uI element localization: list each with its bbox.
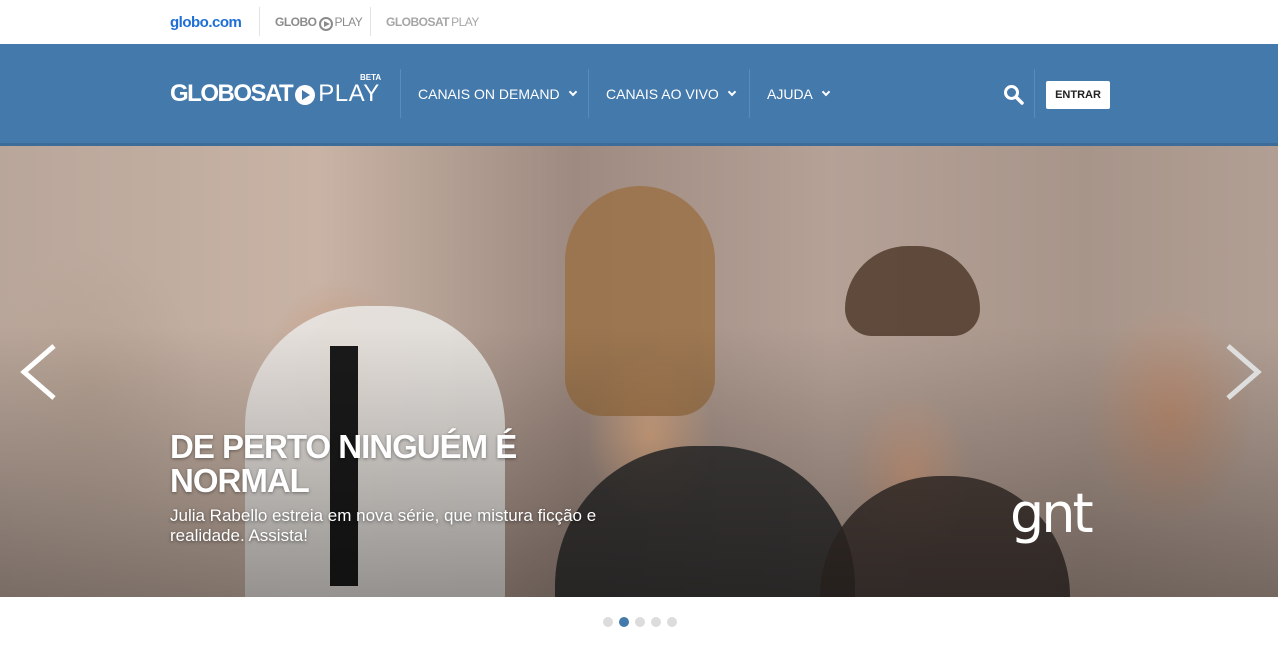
hero-carousel[interactable]: DE PERTO NINGUÉM É NORMAL Julia Rabello … (0, 146, 1278, 597)
divider (749, 69, 750, 118)
beta-badge: BETA (360, 73, 382, 82)
network-bar: globo.com GLOBO PLAY GLOBOSAT PLAY (0, 0, 1278, 44)
globo-com-label: globo.com (170, 13, 242, 31)
globo-com-link[interactable]: globo.com (170, 0, 242, 44)
carousel-dot-2[interactable] (619, 617, 629, 627)
logo-play-text: PLAY (318, 80, 380, 107)
carousel-next-button[interactable] (1218, 344, 1268, 400)
logo-main-text: GLOBOSAT (170, 80, 294, 107)
globoplay-link[interactable]: GLOBO PLAY (275, 0, 363, 44)
globoplay-label-left: GLOBO (275, 15, 317, 29)
search-button[interactable] (1003, 84, 1025, 106)
globosat-play-logo[interactable]: GLOBOSAT PLAY BETA (170, 73, 381, 108)
nav-ajuda[interactable]: AJUDA (767, 82, 831, 106)
nav-canais-on-demand[interactable]: CANAIS ON DEMAND (418, 82, 577, 106)
globosat-label-right: PLAY (451, 15, 479, 29)
arrow-left-icon (20, 344, 56, 400)
divider (1034, 69, 1035, 118)
search-icon (1004, 85, 1024, 105)
channel-logo: gnt (1010, 482, 1094, 545)
carousel-prev-button[interactable] (16, 344, 66, 400)
play-circle-icon (318, 17, 333, 31)
logo-play-icon (295, 85, 316, 105)
chevron-down-icon (821, 87, 831, 97)
divider (370, 7, 371, 36)
chevron-down-icon (568, 87, 577, 97)
carousel-dot-3[interactable] (635, 617, 645, 627)
divider (400, 69, 401, 118)
globoplay-label-right: PLAY (334, 15, 363, 29)
arrow-right-icon (1226, 344, 1262, 400)
carousel-dot-1[interactable] (603, 617, 613, 627)
hero-title[interactable]: DE PERTO NINGUÉM É NORMAL (170, 430, 590, 498)
carousel-dot-5[interactable] (667, 617, 677, 627)
globosat-label-left: GLOBOSAT (386, 15, 450, 29)
nav-label: AJUDA (767, 86, 813, 102)
nav-canais-ao-vivo[interactable]: CANAIS AO VIVO (606, 82, 737, 106)
chevron-down-icon (727, 87, 737, 97)
login-button[interactable]: ENTRAR (1046, 81, 1110, 109)
hero-description[interactable]: Julia Rabello estreia em nova série, que… (170, 506, 640, 546)
carousel-indicators (603, 617, 677, 627)
divider (588, 69, 589, 118)
nav-label: CANAIS ON DEMAND (418, 86, 560, 102)
globosat-play-link[interactable]: GLOBOSAT PLAY (386, 0, 479, 44)
nav-label: CANAIS AO VIVO (606, 86, 719, 102)
divider (259, 7, 260, 36)
carousel-dot-4[interactable] (651, 617, 661, 627)
main-header: GLOBOSAT PLAY BETA CANAIS ON DEMAND CANA… (0, 44, 1278, 146)
